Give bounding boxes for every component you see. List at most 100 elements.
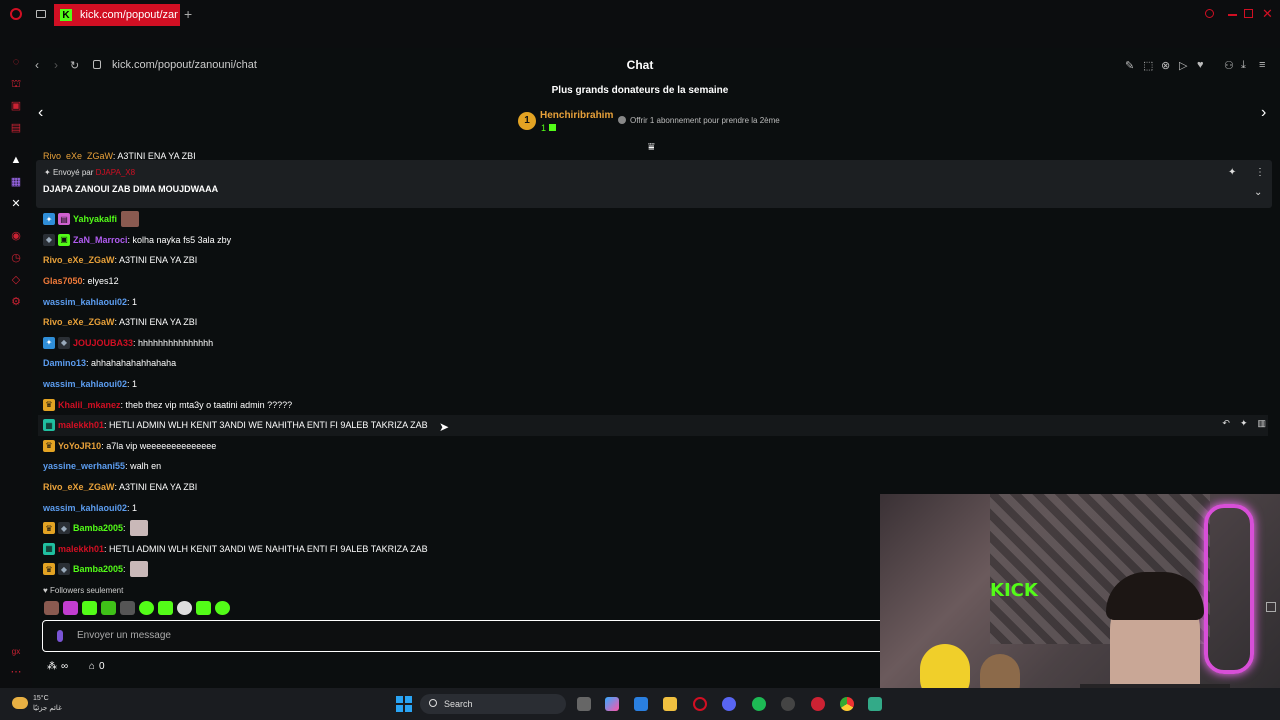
subscriber-badge-icon[interactable]: ✦ [43, 213, 55, 226]
chat-username[interactable]: wassim_kahlaoui02 [43, 297, 127, 307]
og-badge-icon[interactable]: ◆ [43, 233, 55, 246]
resize-handle-icon[interactable] [1266, 602, 1276, 612]
chat-username[interactable]: ZaN_Marroci [73, 235, 128, 245]
pin-message-icon[interactable]: ✦ [1240, 418, 1248, 429]
weather-icon[interactable] [12, 697, 28, 709]
quick-emote[interactable] [196, 601, 211, 615]
discord-icon[interactable] [722, 697, 736, 711]
weather-widget[interactable]: 15°C غائم جزئيًا [33, 694, 62, 714]
og-badge-icon[interactable]: ◆ [58, 563, 70, 576]
og-badge-icon[interactable]: ◆ [58, 522, 70, 535]
kick-sidebar-icon[interactable]: ▲ [10, 154, 22, 166]
expand-pinned-icon[interactable]: ⌄ [1254, 187, 1262, 198]
search-tabs-icon[interactable] [1205, 9, 1214, 18]
quick-emote[interactable] [82, 601, 97, 615]
delete-icon[interactable]: ▥ [1257, 418, 1266, 429]
player-sidebar-icon[interactable]: ◉ [10, 230, 22, 242]
sidebar-more-icon[interactable]: gx [10, 646, 22, 658]
quick-emote[interactable] [120, 601, 135, 615]
chat-username[interactable]: Rivo_eXe_ZGaW [43, 482, 115, 492]
spotify-icon[interactable] [752, 697, 766, 711]
app-icon[interactable] [811, 697, 825, 711]
pinned-sender[interactable]: DJAPA_X8 [96, 168, 135, 177]
chat-message[interactable]: yassine_werhani55: walh en [38, 456, 1268, 477]
chat-message[interactable]: Rivo_eXe_ZGaW: A3TINI ENA YA ZBI [38, 250, 1268, 271]
subscriber-badge-icon[interactable]: ✦ [43, 336, 55, 349]
crown-badge-icon[interactable]: ♛ [43, 522, 55, 535]
gift-badge-icon[interactable]: ▣ [58, 233, 70, 246]
chat-message[interactable]: ✦ ▤ Yahyakalfi [38, 209, 1268, 230]
chat-emote[interactable] [129, 520, 148, 537]
task-view-icon[interactable] [577, 697, 591, 711]
maximize-icon[interactable] [1244, 9, 1253, 18]
chat-emote[interactable] [129, 561, 148, 578]
steam-icon[interactable] [781, 697, 795, 711]
close-window-icon[interactable]: ✕ [1262, 6, 1273, 22]
quick-emote[interactable] [63, 601, 78, 615]
chat-message[interactable]: wassim_kahlaoui02: 1 [38, 374, 1268, 395]
reply-icon[interactable]: ↶ [1222, 418, 1230, 429]
og-badge-icon[interactable]: ◆ [58, 336, 70, 349]
chat-username[interactable]: YoYoJR10 [58, 441, 101, 451]
messenger-icon[interactable]: ▣ [10, 100, 22, 112]
quick-emote[interactable] [139, 601, 154, 615]
crown-badge-icon[interactable]: ♛ [43, 398, 55, 411]
chat-username[interactable]: Yahyakalfi [73, 214, 117, 224]
quick-emote[interactable] [215, 601, 230, 615]
x-icon[interactable]: ✕ [10, 198, 22, 210]
chat-message[interactable]: wassim_kahlaoui02: 1 [38, 291, 1268, 312]
emote-picker-icon[interactable]: ⁂ [47, 661, 57, 672]
tab-manager-icon[interactable] [36, 10, 46, 18]
vip-badge-icon[interactable]: ▦ [43, 419, 55, 432]
chat-username[interactable]: Khalil_mkanez [58, 400, 121, 410]
collapse-donors-icon[interactable]: ⩸ [648, 141, 655, 154]
quick-emote[interactable] [44, 601, 59, 615]
browser-tab[interactable]: K kick.com/popout/zanouni [54, 4, 180, 26]
quick-emote[interactable] [158, 601, 173, 615]
chat-username[interactable]: Rivo_eXe_ZGaW [43, 255, 115, 265]
store-app-icon[interactable] [634, 697, 648, 711]
crown-badge-icon[interactable]: ♛ [43, 563, 55, 576]
chat-message[interactable]: ✦ ◆ JOUJOUBA33: hhhhhhhhhhhhhhh [38, 333, 1268, 354]
opera-gx-icon[interactable] [693, 697, 707, 711]
chat-username[interactable]: malekkh01 [58, 544, 104, 554]
pinned-more-icon[interactable]: ⋮ [1255, 167, 1265, 178]
chrome-icon[interactable] [840, 697, 854, 711]
chat-message[interactable]: ◆ ▣ ZaN_Marroci: kolha nayka fs5 3ala zby [38, 230, 1268, 251]
chat-emote[interactable] [121, 211, 140, 228]
windows-start-icon[interactable] [396, 696, 412, 712]
unpin-icon[interactable]: ✦ [1228, 167, 1236, 178]
notes-icon[interactable]: ▤ [10, 122, 22, 134]
chat-username[interactable]: Rivo_eXe_ZGaW [43, 317, 115, 327]
more-apps-icon[interactable] [868, 697, 882, 711]
donors-next-icon[interactable]: › [1261, 104, 1266, 122]
chat-message[interactable]: Glas7050: elyes12 [38, 271, 1268, 292]
quick-emote[interactable] [101, 601, 116, 615]
chat-username[interactable]: yassine_werhani55 [43, 461, 125, 471]
crown-badge-icon[interactable]: ♛ [43, 439, 55, 452]
copilot-icon[interactable] [605, 697, 619, 711]
twitch-icon[interactable]: ▦ [10, 176, 22, 188]
microphone-icon[interactable] [57, 630, 63, 642]
chat-message[interactable]: Damino13: ahhahahahahhahaha [38, 353, 1268, 374]
opera-logo-icon[interactable] [10, 8, 22, 20]
chat-username[interactable]: malekkh01 [58, 420, 104, 430]
donors-prev-icon[interactable]: ‹ [38, 104, 43, 122]
chat-username[interactable]: Bamba2005 [73, 523, 123, 533]
chat-input[interactable]: Envoyer un message [42, 620, 902, 652]
hidden-username[interactable]: Rivo_eXe_ZGaW [43, 151, 113, 159]
chat-message[interactable]: ♛ YoYoJR10: a7la vip weeeeeeeeeeeeee [38, 436, 1268, 457]
quick-emote[interactable] [177, 601, 192, 615]
file-explorer-icon[interactable] [663, 697, 677, 711]
chat-username[interactable]: Damino13 [43, 358, 86, 368]
taskbar-search[interactable]: Search [420, 694, 566, 714]
chat-username[interactable]: wassim_kahlaoui02 [43, 503, 127, 513]
extensions-icon[interactable]: ◇ [10, 274, 22, 286]
chat-username[interactable]: wassim_kahlaoui02 [43, 379, 127, 389]
chat-username[interactable]: JOUJOUBA33 [73, 338, 133, 348]
settings-icon[interactable]: ⚙ [10, 296, 22, 308]
history-icon[interactable]: ◷ [10, 252, 22, 264]
chat-message[interactable]: ♛ Khalil_mkanez: theb thez vip mta3y o ta… [38, 394, 1268, 415]
infinity-icon[interactable]: ∞ [61, 661, 68, 672]
top-donor-name[interactable]: Henchiribrahim [540, 110, 613, 121]
